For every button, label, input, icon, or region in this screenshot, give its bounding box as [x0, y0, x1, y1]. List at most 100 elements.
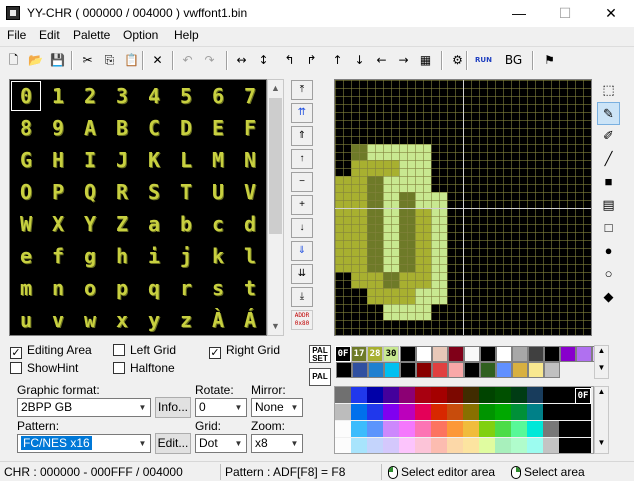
tile[interactable]: 2: [74, 80, 106, 112]
master-palette-swatch[interactable]: [527, 404, 543, 420]
master-palette-swatch[interactable]: [415, 404, 431, 420]
master-palette-swatch[interactable]: [431, 438, 447, 453]
master-palette-swatch[interactable]: [559, 438, 575, 453]
master-palette-swatch[interactable]: [367, 421, 383, 437]
master-palette-swatch[interactable]: [463, 387, 479, 403]
master-palette-swatch[interactable]: [399, 421, 415, 437]
master-palette-swatch[interactable]: [415, 421, 431, 437]
save-icon[interactable]: 💾: [47, 50, 68, 71]
filled-rect-tool-icon[interactable]: ■: [597, 171, 620, 194]
tile[interactable]: 5: [170, 80, 202, 112]
info-button[interactable]: Info...: [155, 397, 191, 418]
master-palette-swatch[interactable]: [447, 421, 463, 437]
scroll-down-icon[interactable]: ▼: [268, 318, 283, 335]
rotate-right-icon[interactable]: ↱: [301, 50, 322, 71]
tile[interactable]: d: [234, 208, 266, 240]
tile[interactable]: x: [106, 304, 138, 335]
master-palette-swatch[interactable]: [495, 404, 511, 420]
master-palette-swatch[interactable]: [543, 421, 559, 437]
bg-set-icon[interactable]: BG: [503, 50, 524, 71]
master-palette-swatch[interactable]: [463, 404, 479, 420]
tile[interactable]: V: [234, 176, 266, 208]
tile[interactable]: 4: [138, 80, 170, 112]
palette-swatch[interactable]: [528, 346, 544, 362]
line-tool-icon[interactable]: ╱: [597, 148, 620, 171]
cut-icon[interactable]: ✂: [77, 50, 98, 71]
checkbox-right-grid[interactable]: ✓: [209, 347, 221, 359]
palette-swatch[interactable]: [560, 346, 576, 362]
fill-tool-icon[interactable]: ◆: [597, 286, 620, 309]
palette-scrollbar[interactable]: ▲ ▼: [594, 345, 609, 379]
master-palette-swatch[interactable]: [351, 438, 367, 453]
menu-file[interactable]: File: [7, 28, 26, 42]
tile[interactable]: y: [138, 304, 170, 335]
master-palette-swatch[interactable]: [559, 404, 575, 420]
checkbox-left-grid[interactable]: [113, 344, 125, 356]
zoom-select[interactable]: x8 ▼: [251, 434, 303, 453]
palette-swatch[interactable]: [400, 346, 416, 362]
close-button[interactable]: ✕: [588, 0, 634, 27]
palette-swatch[interactable]: [384, 362, 400, 378]
page-down-fast-icon[interactable]: ⇊: [291, 264, 313, 284]
pen-tool-icon[interactable]: ✎: [597, 102, 620, 125]
tile[interactable]: S: [138, 176, 170, 208]
palette-swatch[interactable]: [448, 362, 464, 378]
sub-palette-swatch[interactable]: 30: [383, 346, 399, 362]
halftone-checkbox[interactable]: Halftone: [113, 361, 175, 375]
palette-swatch[interactable]: [352, 362, 368, 378]
mirror-select[interactable]: None ▼: [251, 398, 303, 417]
palette-swatch[interactable]: [496, 362, 512, 378]
edit-area[interactable]: [334, 79, 592, 336]
master-palette-swatch[interactable]: [351, 404, 367, 420]
master-palette-swatch[interactable]: [543, 404, 559, 420]
master-palette-swatch[interactable]: [559, 421, 575, 437]
script-icon[interactable]: ⚙: [447, 50, 468, 71]
shift-down-icon[interactable]: ↓: [349, 50, 370, 71]
shift-right-icon[interactable]: →: [393, 50, 414, 71]
graphic-format-select[interactable]: 2BPP GB ▼: [17, 398, 151, 417]
tile[interactable]: o: [74, 272, 106, 304]
palette-swatch[interactable]: [416, 362, 432, 378]
palette-swatch[interactable]: [464, 346, 480, 362]
line-up-icon[interactable]: ↑: [291, 149, 313, 169]
master-palette-swatch[interactable]: [399, 404, 415, 420]
tile-scrollbar[interactable]: ▲ ▼: [267, 79, 284, 336]
checkbox-editing-area[interactable]: ✓: [10, 347, 22, 359]
tile[interactable]: L: [170, 144, 202, 176]
master-palette-swatch[interactable]: [383, 404, 399, 420]
master-palette-swatch[interactable]: [495, 438, 511, 453]
tile[interactable]: 0: [10, 80, 42, 112]
master-palette-swatch[interactable]: [559, 387, 575, 403]
select-tool-icon[interactable]: ⬚: [597, 79, 620, 102]
showhint-checkbox[interactable]: ShowHint: [10, 361, 78, 375]
palette-swatch[interactable]: [544, 362, 560, 378]
master-palette-swatch[interactable]: [527, 421, 543, 437]
editing-area-checkbox[interactable]: ✓ Editing Area: [10, 343, 92, 359]
master-palette-swatch[interactable]: [383, 438, 399, 453]
open-folder-icon[interactable]: 📂: [25, 50, 46, 71]
tile[interactable]: e: [10, 240, 42, 272]
right-grid-checkbox[interactable]: ✓ Right Grid: [209, 343, 280, 359]
tile[interactable]: g: [74, 240, 106, 272]
palette-swatch[interactable]: [368, 362, 384, 378]
scroll-thumb[interactable]: [269, 98, 282, 234]
maximize-button[interactable]: ☐: [542, 0, 588, 27]
master-palette-swatch[interactable]: [367, 387, 383, 403]
tile[interactable]: P: [42, 176, 74, 208]
master-palette-swatch[interactable]: [447, 387, 463, 403]
tile[interactable]: K: [138, 144, 170, 176]
master-palette-swatch[interactable]: [575, 421, 591, 437]
tile[interactable]: h: [106, 240, 138, 272]
page-up-fast-icon[interactable]: ⇈: [291, 103, 313, 123]
palette-swatch[interactable]: [528, 362, 544, 378]
bookmark-icon[interactable]: ⚑: [539, 50, 560, 71]
tile[interactable]: n: [42, 272, 74, 304]
tile[interactable]: s: [202, 272, 234, 304]
tile[interactable]: U: [202, 176, 234, 208]
master-palette-swatch[interactable]: [415, 387, 431, 403]
master-palette-swatch[interactable]: [399, 387, 415, 403]
master-palette-swatch[interactable]: [495, 421, 511, 437]
palette-swatch[interactable]: [400, 362, 416, 378]
master-palette-swatch[interactable]: [527, 438, 543, 453]
palette-swatch[interactable]: [448, 346, 464, 362]
